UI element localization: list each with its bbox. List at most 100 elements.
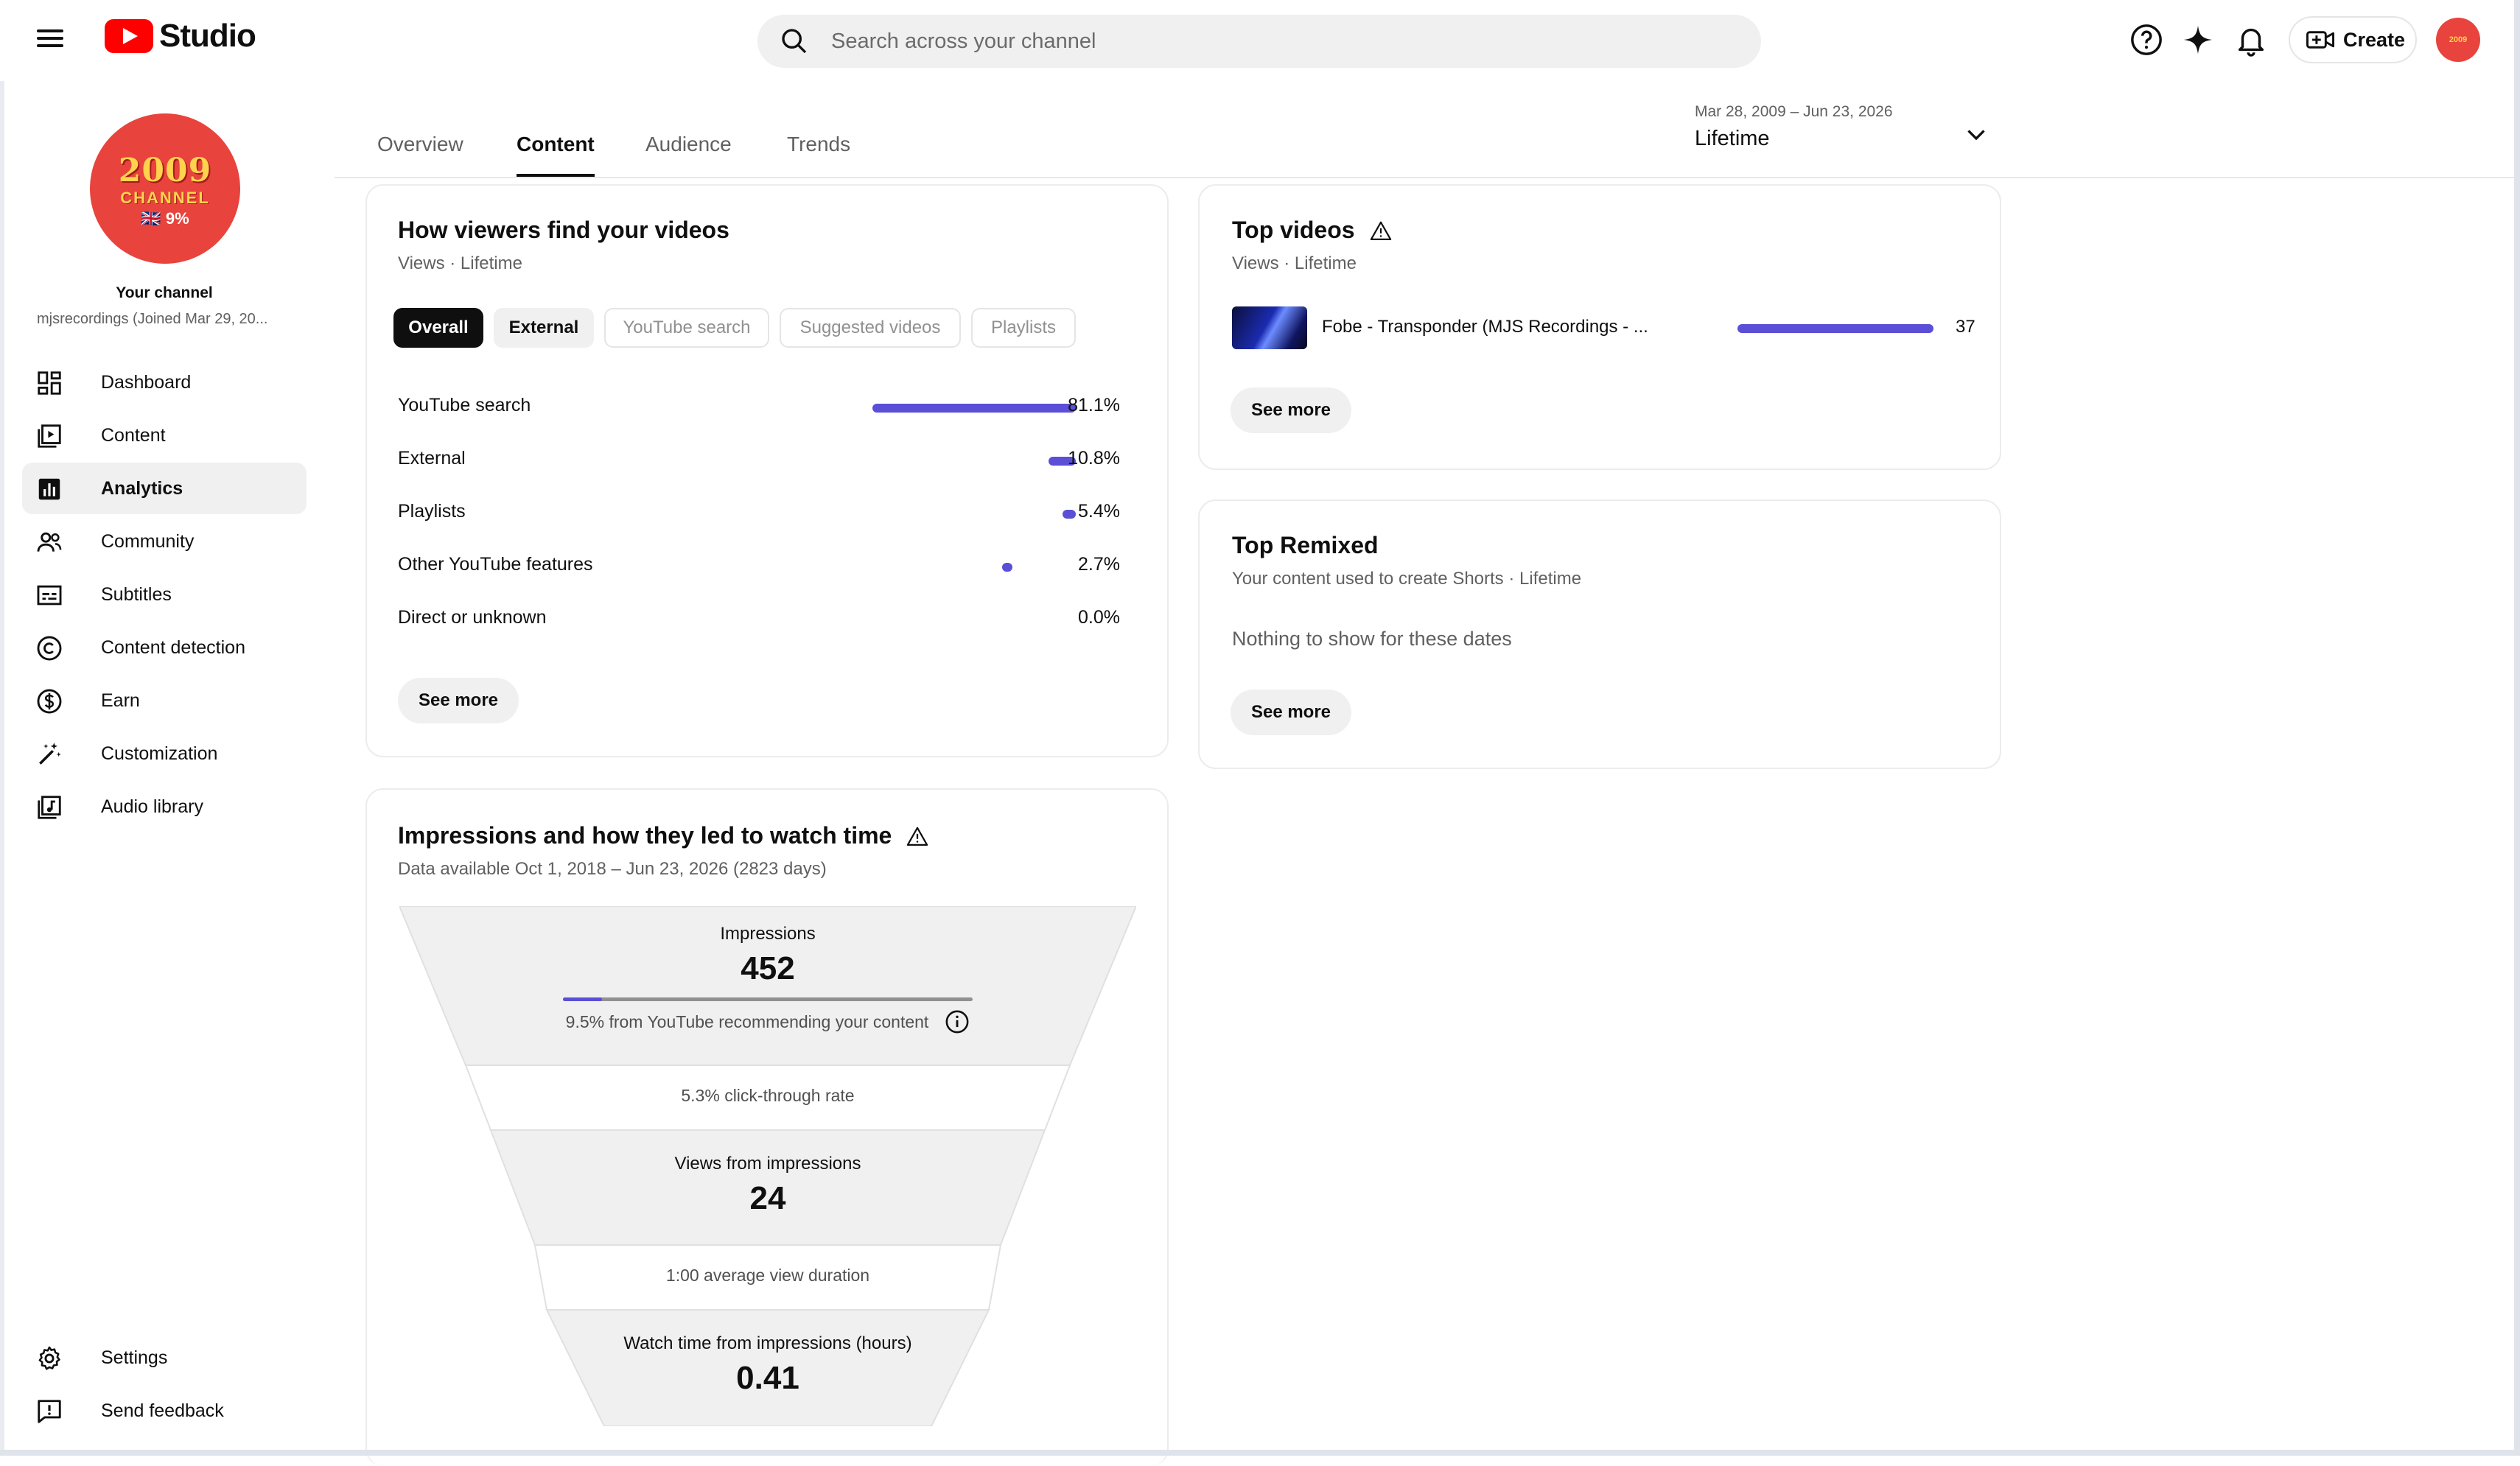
youtube-play-icon <box>105 19 153 53</box>
top-video-row[interactable]: Fobe - Transponder (MJS Recordings - ...… <box>1232 306 1975 351</box>
empty-state-text: Nothing to show for these dates <box>1232 628 1512 650</box>
warning-icon[interactable] <box>1370 220 1392 241</box>
video-thumbnail[interactable] <box>1232 306 1307 349</box>
warning-icon[interactable] <box>906 826 928 846</box>
traffic-row[interactable]: Direct or unknown 0.0% <box>398 604 1120 634</box>
logo-text: Studio <box>159 18 256 54</box>
see-more-button[interactable]: See more <box>1231 387 1351 433</box>
search-bar[interactable] <box>757 15 1761 68</box>
traffic-row[interactable]: Other YouTube features 2.7% <box>398 551 1120 581</box>
sidebar-item-audio-library[interactable]: Audio library <box>22 781 307 832</box>
card-title-wrap: Impressions and how they led to watch ti… <box>398 822 928 849</box>
gear-icon <box>38 1346 60 1370</box>
see-more-button[interactable]: See more <box>398 678 519 723</box>
account-avatar[interactable]: 2009 <box>2436 18 2480 62</box>
card-title: How viewers find your videos <box>398 217 729 243</box>
audio-library-icon <box>38 796 61 819</box>
menu-icon[interactable] <box>35 25 65 55</box>
sidebar-item-label: Earn <box>101 690 140 711</box>
traffic-source-label: YouTube search <box>398 395 531 415</box>
notifications-bell-icon[interactable] <box>2234 23 2268 57</box>
channel-avatar-line2: CHANNEL <box>120 189 210 207</box>
sidebar-item-subtitles[interactable]: Subtitles <box>22 569 307 620</box>
impressions-funnel: Impressions 452 9.5% from YouTube recomm… <box>399 906 1136 1426</box>
help-icon[interactable] <box>2129 23 2163 57</box>
top-header: Studio Create 2009 <box>0 0 2520 81</box>
sidebar-item-earn[interactable]: Earn <box>22 675 307 726</box>
content-icon <box>38 424 61 448</box>
sidebar-item-content-detection[interactable]: Content detection <box>22 622 307 673</box>
sidebar-item-customization[interactable]: Customization <box>22 728 307 779</box>
traffic-sources-card: How viewers find your videos Views · Lif… <box>365 184 1169 757</box>
sidebar-item-label: Community <box>101 530 195 552</box>
recommend-fill <box>563 997 602 1001</box>
subtitles-icon <box>37 585 62 606</box>
views-label: Views from impressions <box>674 1154 861 1174</box>
tab-trends[interactable]: Trends <box>787 133 850 174</box>
traffic-bar <box>872 404 1076 413</box>
analytics-icon <box>38 478 60 500</box>
card-subtitle: Data available Oct 1, 2018 – Jun 23, 202… <box>398 859 827 879</box>
date-range-picker[interactable]: Mar 28, 2009 – Jun 23, 2026 Lifetime <box>1695 103 1997 162</box>
channel-avatar-line3: 🇬🇧 9% <box>141 209 189 228</box>
traffic-source-label: Other YouTube features <box>398 554 593 575</box>
sidebar-item-settings[interactable]: Settings <box>22 1332 307 1383</box>
card-title: Impressions and how they led to watch ti… <box>398 822 892 849</box>
avd-text: 1:00 average view duration <box>665 1266 870 1285</box>
card-title-wrap: Top videos <box>1232 217 1392 244</box>
traffic-row[interactable]: YouTube search 81.1% <box>398 392 1120 421</box>
sidebar-item-label: Analytics <box>101 477 183 499</box>
chip-overall[interactable]: Overall <box>393 308 483 348</box>
analytics-tabs: Overview Content Audience Trends <box>335 81 2516 178</box>
traffic-source-label: External <box>398 448 466 469</box>
traffic-source-value: 2.7% <box>1078 554 1120 575</box>
copyright-icon <box>37 636 62 661</box>
sidebar-item-label: Content <box>101 424 166 446</box>
search-input[interactable] <box>830 28 1643 55</box>
tab-content[interactable]: Content <box>517 133 595 177</box>
sidebar-item-dashboard[interactable]: Dashboard <box>22 357 307 408</box>
sidebar-nav: Dashboard Content Analytics Community Su… <box>22 357 307 834</box>
create-button[interactable]: Create <box>2289 16 2417 63</box>
sidebar-item-send-feedback[interactable]: Send feedback <box>22 1385 307 1437</box>
tab-overview[interactable]: Overview <box>377 133 463 174</box>
recommend-text: 9.5% from YouTube recommending your cont… <box>565 1011 929 1031</box>
date-range-label: Lifetime <box>1695 127 1770 150</box>
create-label: Create <box>2343 28 2406 51</box>
traffic-source-label: Direct or unknown <box>398 607 547 628</box>
chip-external[interactable]: External <box>494 308 594 348</box>
sidebar-item-label: Customization <box>101 743 218 764</box>
sidebar: 2009 CHANNEL 🇬🇧 9% Your channel mjsrecor… <box>0 81 324 1451</box>
tab-audience[interactable]: Audience <box>645 133 732 174</box>
chip-youtube-search[interactable]: YouTube search <box>604 308 769 348</box>
chevron-down-icon <box>1967 130 1985 141</box>
sidebar-item-label: Audio library <box>101 796 203 817</box>
card-subtitle: Views · Lifetime <box>1232 253 1357 273</box>
window-frame-right <box>2514 0 2520 1456</box>
channel-avatar[interactable]: 2009 CHANNEL 🇬🇧 9% <box>90 113 240 264</box>
chip-playlists[interactable]: Playlists <box>971 308 1076 348</box>
video-add-icon <box>2306 31 2334 49</box>
sidebar-item-label: Subtitles <box>101 583 172 605</box>
studio-logo[interactable]: Studio <box>105 18 256 55</box>
sidebar-item-analytics[interactable]: Analytics <box>22 463 307 514</box>
traffic-row[interactable]: Playlists 5.4% <box>398 498 1120 527</box>
community-icon <box>37 532 62 552</box>
chip-suggested-videos[interactable]: Suggested videos <box>780 308 961 348</box>
sparkle-icon[interactable] <box>2181 23 2215 57</box>
ctr-text: 5.3% click-through rate <box>681 1086 855 1105</box>
sidebar-item-label: Settings <box>101 1347 168 1368</box>
traffic-source-value: 10.8% <box>1068 448 1120 469</box>
card-title: Top Remixed <box>1232 532 1379 558</box>
see-more-button[interactable]: See more <box>1231 690 1351 735</box>
sidebar-item-content[interactable]: Content <box>22 410 307 461</box>
video-title: Fobe - Transponder (MJS Recordings - ... <box>1322 317 1648 337</box>
traffic-source-value: 0.0% <box>1078 607 1120 628</box>
card-subtitle: Your content used to create Shorts · Lif… <box>1232 569 1582 589</box>
traffic-row[interactable]: External 10.8% <box>398 445 1120 474</box>
dashboard-icon <box>38 371 61 395</box>
dollar-icon <box>37 689 62 714</box>
sidebar-item-community[interactable]: Community <box>22 516 307 567</box>
info-icon[interactable] <box>945 1009 970 1034</box>
card-subtitle: Views · Lifetime <box>398 253 522 273</box>
